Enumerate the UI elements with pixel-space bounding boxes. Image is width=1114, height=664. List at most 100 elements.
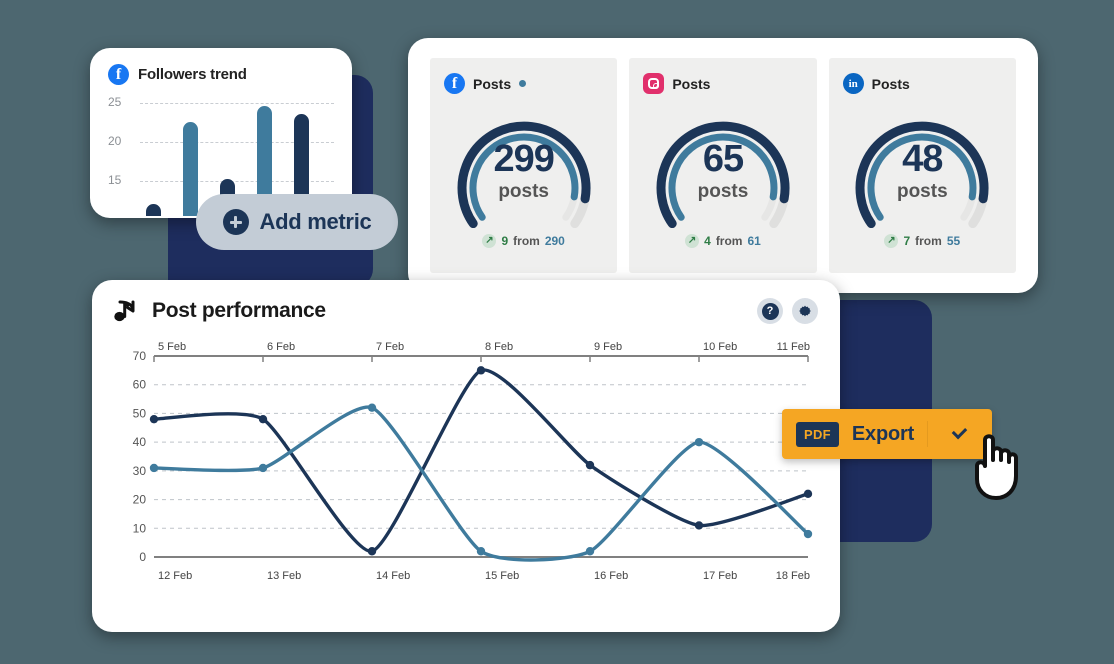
bar-2 xyxy=(183,122,198,216)
point-s0-6 xyxy=(803,489,813,499)
bottom-axis-label-3: 15 Feb xyxy=(485,570,519,582)
delta-baseline: 61 xyxy=(747,234,761,248)
delta-value: 7 xyxy=(903,234,911,248)
bottom-axis-label-1: 13 Feb xyxy=(267,570,301,582)
instagram-icon xyxy=(643,73,665,94)
ytick-40: 40 xyxy=(133,435,147,449)
point-s1-2 xyxy=(367,403,377,412)
trend-up-icon: ↗ xyxy=(685,234,700,248)
gauge-tile-title: Posts xyxy=(473,75,512,92)
facebook-icon: f xyxy=(108,64,129,85)
point-s0-2 xyxy=(367,547,377,556)
gauge-tile-header: f Posts xyxy=(444,73,527,94)
point-s1-4 xyxy=(585,547,595,556)
line-chart-svg: 0 10 20 30 40 50 60 70 5 Feb 6 Feb 7 Feb 8 Feb 9 Feb… xyxy=(133,341,813,582)
gauge-dial: 65 posts xyxy=(643,100,803,228)
bar-1 xyxy=(146,203,161,216)
ytick-60: 60 xyxy=(133,378,147,392)
line-series-1 xyxy=(152,405,810,562)
gauge-tile-title: Posts xyxy=(871,75,910,92)
gauge-tile-2: Posts 65 posts ↗ 4 from 61 xyxy=(629,58,817,273)
bar-ytick-25: 25 xyxy=(108,95,122,109)
note-arrow-icon xyxy=(114,300,135,322)
point-s1-1 xyxy=(258,463,268,473)
gauge-delta: ↗ 4 from 61 xyxy=(685,234,761,248)
post-performance-title: Post performance xyxy=(152,299,326,322)
pdf-format-chip: PDF xyxy=(796,421,839,447)
gauge-delta: ↗ 9 from 290 xyxy=(482,234,565,248)
line-series-0 xyxy=(152,368,810,553)
top-axis-label-0: 5 Feb xyxy=(158,341,186,353)
gauge-tile-3: in Posts 48 posts ↗ 7 from 55 xyxy=(828,58,1016,273)
delta-connector: from xyxy=(715,234,743,248)
followers-trend-card: f Followers trend 25 20 15 xyxy=(90,48,352,218)
trend-up-icon: ↗ xyxy=(482,234,497,248)
facebook-icon: f xyxy=(444,73,465,94)
gauge-tile-header: in Posts xyxy=(842,73,910,94)
bar-ytick-20: 20 xyxy=(108,134,122,148)
point-s0-4 xyxy=(585,460,595,470)
point-s1-3 xyxy=(476,547,486,556)
post-performance-title-wrap: Post performance xyxy=(114,298,326,324)
top-axis-label-3: 8 Feb xyxy=(485,341,513,353)
export-button[interactable]: PDF Export xyxy=(782,409,992,459)
add-metric-button[interactable]: Add metric xyxy=(196,194,398,250)
delta-connector: from xyxy=(513,234,540,248)
ytick-10: 10 xyxy=(133,521,147,535)
delta-value: 9 xyxy=(501,234,509,248)
bottom-axis-label-0: 12 Feb xyxy=(158,570,192,582)
export-label: Export xyxy=(851,422,915,445)
point-s1-5 xyxy=(694,437,704,447)
delta-value: 4 xyxy=(704,234,711,248)
point-s0-3 xyxy=(476,366,486,375)
gauge-dial: 48 posts xyxy=(842,100,1002,228)
plus-circle-icon xyxy=(222,209,249,235)
bar-ytick-15: 15 xyxy=(108,173,122,187)
live-dot xyxy=(519,80,527,87)
gauge-tiles-row: f Posts 299 posts ↗ 9 from 290 Posts 65 posts ↗ 4 fro… xyxy=(430,58,1016,273)
ytick-50: 50 xyxy=(133,406,147,420)
gauge-tile-title: Posts xyxy=(672,75,711,92)
followers-trend-title: Followers trend xyxy=(138,66,247,83)
linkedin-icon: in xyxy=(842,73,864,94)
gauges-card: f Posts 299 posts ↗ 9 from 290 Posts 65 posts ↗ 4 fro… xyxy=(408,38,1038,293)
help-icon[interactable]: ? xyxy=(757,298,783,324)
top-axis-label-1: 6 Feb xyxy=(267,341,295,353)
gauge-tile-header: Posts xyxy=(643,73,710,94)
post-performance-card: Post performance ? 0 10 20 30 40 50 60 70 5 Feb 6… xyxy=(92,280,840,632)
point-s0-0 xyxy=(149,414,159,424)
point-s1-0 xyxy=(149,463,159,473)
add-metric-label: Add metric xyxy=(259,209,372,234)
top-axis-label-6: 11 Feb xyxy=(777,341,810,353)
post-performance-line-chart: 0 10 20 30 40 50 60 70 5 Feb 6 Feb 7 Feb 8 Feb 9 Feb… xyxy=(114,338,818,593)
chevron-down-icon[interactable] xyxy=(951,423,968,439)
post-performance-actions: ? xyxy=(757,298,818,324)
gear-icon[interactable] xyxy=(792,298,818,324)
ytick-30: 30 xyxy=(133,464,147,478)
ytick-70: 70 xyxy=(133,349,147,363)
delta-baseline: 290 xyxy=(544,234,565,248)
point-s0-1 xyxy=(258,414,268,424)
gear-glyph xyxy=(799,305,811,317)
bottom-axis-label-4: 16 Feb xyxy=(594,570,628,582)
delta-connector: from xyxy=(915,234,942,248)
bottom-axis-label-2: 14 Feb xyxy=(376,570,410,582)
export-divider xyxy=(927,421,929,447)
point-s1-6 xyxy=(803,529,813,539)
gauge-delta: ↗ 7 from 55 xyxy=(884,234,960,248)
ytick-20: 20 xyxy=(133,493,147,507)
app-root: f Followers trend 25 20 15 Add metric fP… xyxy=(0,0,1114,664)
gauge-dial: 299 posts xyxy=(444,100,604,228)
top-axis-label-5: 10 Feb xyxy=(703,341,737,353)
point-s0-5 xyxy=(694,521,704,530)
delta-baseline: 55 xyxy=(946,234,961,248)
ytick-0: 0 xyxy=(139,550,146,564)
gauge-tile-1: f Posts 299 posts ↗ 9 from 290 xyxy=(430,58,618,273)
top-axis-label-4: 9 Feb xyxy=(594,341,622,353)
bottom-axis-label-5: 17 Feb xyxy=(703,570,737,582)
trend-up-icon: ↗ xyxy=(884,234,899,248)
bottom-axis-label-6: 18 Feb xyxy=(776,570,810,582)
followers-trend-header: f Followers trend xyxy=(108,64,334,85)
post-performance-header: Post performance ? xyxy=(114,298,818,324)
top-axis-label-2: 7 Feb xyxy=(376,341,404,353)
